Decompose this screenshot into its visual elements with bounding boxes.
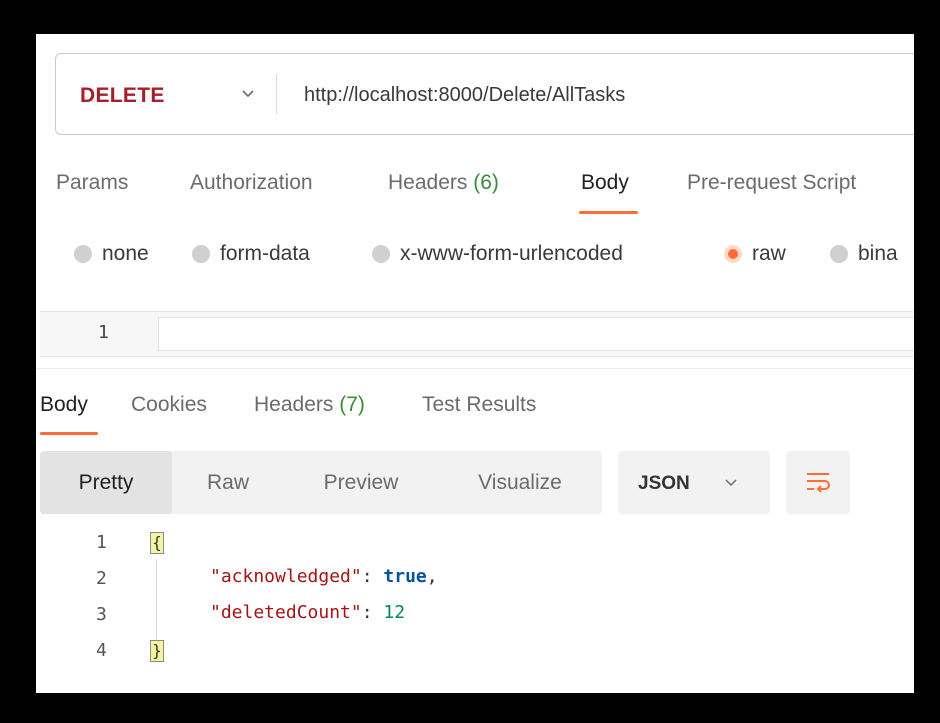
radio-form-data-label: form-data — [220, 242, 310, 265]
json-key: "deletedCount" — [210, 602, 362, 623]
line-number: 2 — [96, 568, 107, 589]
http-method-select[interactable]: DELETE — [80, 84, 165, 108]
view-raw-button[interactable]: Raw — [172, 451, 284, 514]
view-preview-button[interactable]: Preview — [284, 451, 438, 514]
close-brace: } — [150, 640, 164, 662]
wrap-lines-button[interactable] — [786, 451, 850, 514]
line-number: 1 — [96, 532, 107, 553]
response-tab-test-results[interactable]: Test Results — [422, 393, 536, 417]
radio-raw[interactable]: raw — [724, 242, 786, 266]
panel-divider — [36, 368, 914, 369]
postman-panel: DELETE http://localhost:8000/Delete/AllT… — [36, 34, 914, 693]
radio-selected-icon — [724, 245, 742, 263]
url-input[interactable]: http://localhost:8000/Delete/AllTasks — [304, 84, 625, 107]
radio-urlencoded-label: x-www-form-urlencoded — [400, 242, 623, 265]
tab-pre-request-script[interactable]: Pre-request Script — [687, 171, 856, 195]
response-active-tab-indicator — [40, 432, 98, 435]
view-mode-group: Pretty Raw Preview Visualize — [40, 451, 602, 514]
line-number: 4 — [96, 640, 107, 661]
json-line-acknowledged: "acknowledged": true, — [210, 566, 438, 587]
editor-line[interactable] — [158, 317, 914, 351]
json-line-deletedcount: "deletedCount": 12 — [210, 602, 406, 623]
response-tab-body[interactable]: Body — [40, 393, 88, 417]
headers-count: (6) — [473, 171, 499, 194]
response-tab-headers[interactable]: Headers (7) — [254, 393, 365, 417]
view-pretty-button[interactable]: Pretty — [40, 451, 172, 514]
request-body-editor[interactable]: 1 — [40, 311, 914, 357]
url-divider — [276, 74, 277, 114]
json-key: "acknowledged" — [210, 566, 362, 587]
radio-dot-icon — [192, 245, 210, 263]
radio-dot-icon — [830, 245, 848, 263]
tab-headers[interactable]: Headers (6) — [388, 171, 499, 195]
radio-dot-icon — [74, 245, 92, 263]
line-number: 3 — [96, 604, 107, 625]
chevron-down-icon[interactable] — [240, 85, 256, 101]
wrap-lines-icon — [807, 473, 830, 493]
active-tab-indicator — [579, 211, 638, 214]
open-brace: { — [150, 532, 164, 554]
tab-authorization[interactable]: Authorization — [190, 171, 313, 195]
request-url-bar: DELETE http://localhost:8000/Delete/AllT… — [55, 53, 914, 135]
chevron-down-icon — [725, 479, 737, 487]
response-tab-headers-label: Headers — [254, 393, 334, 416]
tab-body[interactable]: Body — [581, 171, 629, 195]
format-select[interactable]: JSON — [618, 451, 770, 514]
json-value: 12 — [383, 602, 406, 623]
radio-binary[interactable]: bina — [830, 242, 898, 266]
response-headers-count: (7) — [339, 393, 365, 416]
radio-dot-icon — [372, 245, 390, 263]
format-selected-label: JSON — [638, 473, 690, 494]
view-visualize-button[interactable]: Visualize — [438, 451, 602, 514]
radio-none[interactable]: none — [74, 242, 149, 266]
json-value: true — [383, 566, 427, 587]
tab-headers-label: Headers — [388, 171, 468, 194]
radio-urlencoded[interactable]: x-www-form-urlencoded — [372, 242, 623, 266]
tab-params[interactable]: Params — [56, 171, 128, 195]
response-tab-cookies[interactable]: Cookies — [131, 393, 207, 417]
line-number: 1 — [98, 322, 109, 343]
radio-none-label: none — [102, 242, 149, 265]
radio-raw-label: raw — [752, 242, 786, 265]
indent-guide — [156, 559, 157, 641]
radio-form-data[interactable]: form-data — [192, 242, 310, 266]
radio-binary-label: bina — [858, 242, 898, 265]
